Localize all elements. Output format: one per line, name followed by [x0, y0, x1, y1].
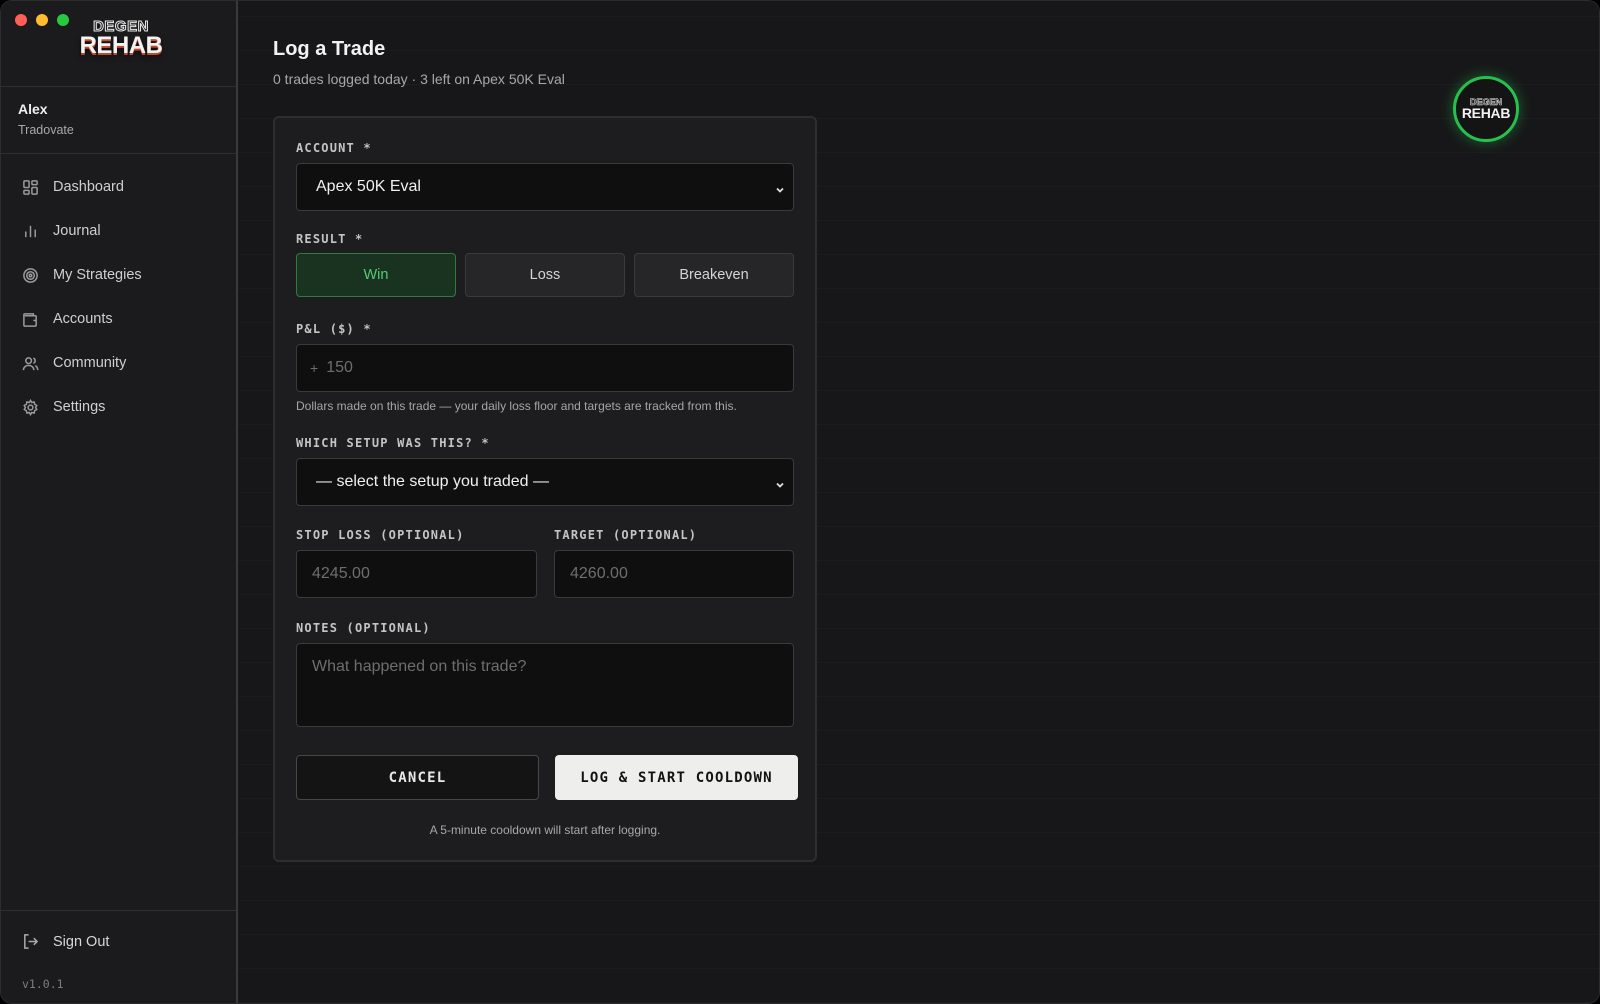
pnl-input[interactable]: + 150 [296, 344, 794, 392]
users-icon [22, 356, 39, 370]
dashboard-icon [23, 179, 38, 195]
target-icon [23, 267, 38, 283]
sidebar-item-dashboard[interactable]: Dashboard [1, 165, 236, 209]
result-breakeven-button[interactable]: Breakeven [634, 253, 794, 297]
pnl-placeholder: 150 [326, 359, 353, 376]
notes-placeholder: What happened on this trade? [312, 658, 527, 675]
target-placeholder: 4260.00 [570, 565, 628, 582]
minimize-window-button[interactable] [36, 14, 48, 26]
cancel-button[interactable]: CANCEL [296, 755, 539, 800]
sidebar-item-label: Settings [53, 399, 106, 415]
bar-chart-icon [25, 225, 36, 237]
chevron-down-icon [775, 182, 785, 193]
setup-select-value: — select the setup you traded — [316, 473, 550, 490]
target-label: TARGET (OPTIONAL) [554, 528, 698, 542]
log-and-start-cooldown-button[interactable]: LOG & START COOLDOWN [555, 755, 798, 800]
sign-out-label: Sign Out [53, 933, 110, 950]
account-select-value: Apex 50K Eval [316, 178, 421, 195]
window-controls [15, 14, 69, 26]
gear-icon [23, 398, 38, 416]
sidebar-item-label: Dashboard [53, 179, 124, 195]
sidebar-item-accounts[interactable]: Accounts [1, 297, 236, 341]
sidebar-item-journal[interactable]: Journal [1, 209, 236, 253]
notes-label: NOTES (OPTIONAL) [296, 621, 431, 635]
chevron-down-icon [775, 477, 785, 488]
sidebar-item-label: My Strategies [53, 267, 142, 283]
cooldown-note: A 5-minute cooldown will start after log… [429, 823, 661, 837]
main-content: Log a Trade 0 trades logged today · 3 le… [238, 1, 1599, 1003]
logo-text-bottom: REHAB [79, 32, 163, 59]
user-broker: Tradovate [18, 123, 74, 137]
result-loss-button[interactable]: Loss [465, 253, 625, 297]
result-win-button[interactable]: Win [296, 253, 456, 297]
result-label: RESULT * [296, 232, 364, 246]
stop-loss-placeholder: 4245.00 [312, 565, 370, 582]
user-name: Alex [18, 101, 48, 117]
sign-out-button[interactable]: Sign Out [22, 933, 109, 950]
close-window-button[interactable] [15, 14, 27, 26]
pnl-help-text: Dollars made on this trade — your daily … [296, 399, 737, 413]
badge-text-bottom: REHAB [1461, 105, 1511, 121]
stop-loss-input[interactable]: 4245.00 [296, 550, 537, 598]
user-profile: Alex Tradovate [18, 101, 74, 137]
maximize-window-button[interactable] [57, 14, 69, 26]
page-title: Log a Trade [273, 38, 386, 60]
account-select[interactable]: Apex 50K Eval [296, 163, 794, 211]
log-trade-form: ACCOUNT * Apex 50K Eval RESULT * Win Los… [273, 116, 817, 862]
app-version: v1.0.1 [22, 977, 64, 991]
sidebar: DEGEN REHAB Alex Tradovate Dashboard Jou… [1, 1, 238, 1003]
account-label: ACCOUNT * [296, 141, 372, 155]
stop-loss-label: STOP LOSS (OPTIONAL) [296, 528, 465, 542]
wallet-icon [23, 312, 37, 327]
divider [1, 86, 236, 87]
sidebar-item-label: Accounts [53, 311, 113, 327]
page-subtitle: 0 trades logged today · 3 left on Apex 5… [273, 71, 565, 87]
target-input[interactable]: 4260.00 [554, 550, 794, 598]
sidebar-item-settings[interactable]: Settings [1, 385, 236, 429]
divider [1, 153, 236, 154]
notes-textarea[interactable]: What happened on this trade? [296, 643, 794, 727]
setup-select[interactable]: — select the setup you traded — [296, 458, 794, 506]
divider [1, 910, 236, 911]
sidebar-item-my-strategies[interactable]: My Strategies [1, 253, 236, 297]
sidebar-item-community[interactable]: Community [1, 341, 236, 385]
pnl-label: P&L ($) * [296, 322, 372, 336]
sidebar-item-label: Journal [53, 223, 101, 239]
setup-label: WHICH SETUP WAS THIS? * [296, 436, 490, 450]
app-badge-logo[interactable]: DEGEN REHAB [1453, 76, 1519, 142]
sidebar-item-label: Community [53, 355, 127, 371]
app-window: DEGEN REHAB Alex Tradovate Dashboard Jou… [0, 0, 1600, 1004]
sidebar-nav: Dashboard Journal My Strategies Accounts… [1, 165, 236, 429]
sign-out-icon [24, 934, 39, 949]
pnl-prefix: + [310, 360, 319, 376]
app-logo: DEGEN REHAB [71, 18, 171, 69]
